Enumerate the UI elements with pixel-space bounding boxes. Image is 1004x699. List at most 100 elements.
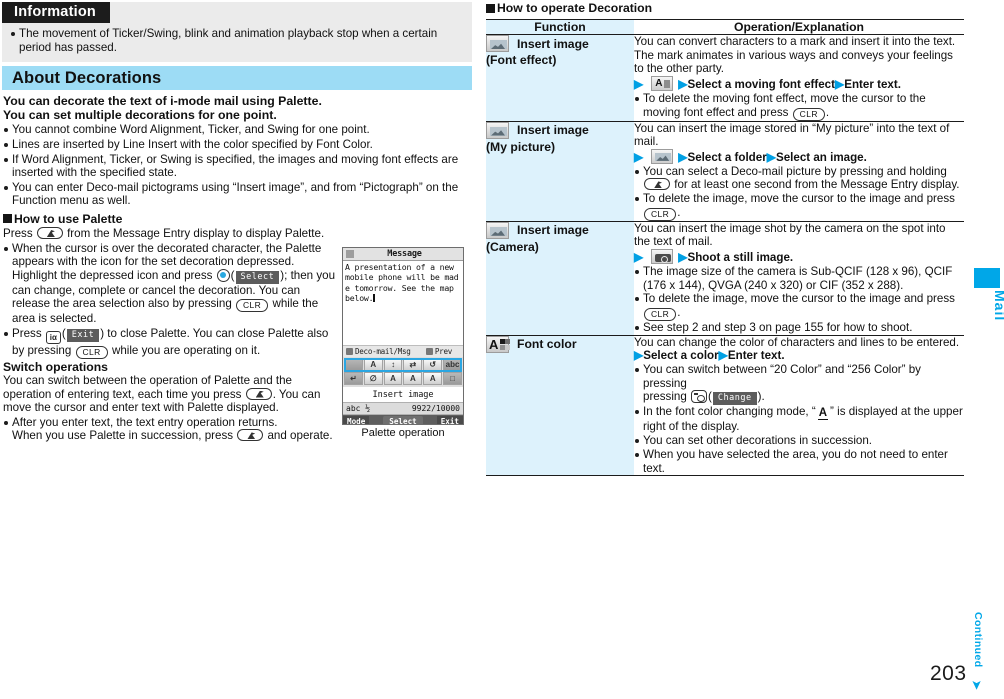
- function-title-2: Insert image: [486, 121, 634, 139]
- function-name-3: Insert image: [517, 223, 589, 238]
- palette-cell-10[interactable]: A: [403, 372, 423, 385]
- palette-cell-2[interactable]: A: [363, 358, 383, 371]
- function-cell-4: Font color: [486, 335, 634, 477]
- deco-mail-icon: [346, 348, 353, 355]
- function-name-2: Insert image: [517, 123, 589, 138]
- operation-bullet-2-1-text: You can select a Deco-mail picture by pr…: [643, 164, 947, 178]
- operation-intro-2: You can insert the image stored in “My p…: [634, 121, 950, 149]
- operation-bullet-3-2-text: To delete the image, move the cursor to …: [643, 292, 955, 306]
- phone-title-text: Message: [387, 249, 422, 259]
- palette-cell-7[interactable]: ↵: [344, 372, 363, 385]
- continued-label: Continued: [972, 612, 984, 668]
- operation-bullet-3-2: To delete the image, move the cursor to …: [634, 292, 964, 321]
- prev-item[interactable]: Prev: [425, 347, 452, 356]
- palette-grid-row-2: ↵ ∅ A A A □: [344, 372, 462, 385]
- operation-bullet-2-2: To delete the image, move the cursor to …: [634, 192, 964, 221]
- bullet3-part-a: After you enter text, the text entry ope…: [12, 415, 278, 429]
- section-bullet-2: Lines are inserted by Line Insert with t…: [3, 138, 471, 152]
- palette-cell-12[interactable]: □: [443, 372, 462, 385]
- character-count: 9922/10000: [411, 404, 460, 413]
- table-row: Insert image (Camera) You can insert the…: [486, 221, 964, 336]
- operate-decoration-heading: How to operate Decoration: [486, 1, 964, 15]
- left-column: Information The movement of Ticker/Swing…: [0, 0, 476, 699]
- phone-body-line-2: mobile phone will be mad: [345, 272, 459, 283]
- palette-cell-1[interactable]: [344, 358, 363, 371]
- switch-operations-text: You can switch between the operation of …: [3, 374, 337, 415]
- phone-deco-bar[interactable]: Deco-mail/Msg Prev: [343, 345, 463, 357]
- operation-intro-4: You can change the color of characters a…: [634, 335, 960, 349]
- continued-arrow-icon: ➤: [969, 679, 985, 691]
- palette-cell-5[interactable]: ↺: [423, 358, 443, 371]
- side-tab-mail-label: Mail: [992, 290, 1004, 322]
- step-arrow-icon-4: ▶: [634, 149, 644, 164]
- softkey-select[interactable]: Select: [383, 416, 423, 424]
- palette-cell-8[interactable]: ∅: [363, 372, 383, 385]
- step-text-2a: Select a folder: [687, 150, 767, 164]
- operate-decoration-heading-text: How to operate Decoration: [497, 1, 653, 15]
- information-body: The movement of Ticker/Swing, blink and …: [2, 23, 472, 54]
- step-arrow-icon-3: ▶: [835, 77, 845, 92]
- palette-cell-9[interactable]: A: [383, 372, 403, 385]
- operation-steps-2: ▶ ▶Select a folder▶Select an image.: [634, 148, 964, 165]
- step-text-4a: Select a color: [643, 349, 719, 363]
- palette-cell-11[interactable]: A: [423, 372, 443, 385]
- prev-label: Prev: [434, 347, 452, 356]
- call-key-icon: [36, 226, 63, 239]
- palette-screenshot: Message A presentation of a new mobile p…: [342, 247, 464, 425]
- how-to-use-bullet-1: When the cursor is over the decorated ch…: [3, 242, 337, 326]
- section-bullet-1: You cannot combine Word Alignment, Ticke…: [3, 123, 471, 137]
- operation-cell-1: You can convert characters to a mark and…: [634, 34, 964, 122]
- bullet2-part-c: while you are operating on it.: [108, 343, 261, 357]
- phone-body-line-4: below.: [345, 293, 374, 304]
- operation-cell-4: You can change the color of characters a…: [634, 335, 964, 477]
- phone-message-body: A presentation of a new mobile phone wil…: [343, 261, 463, 345]
- camera-icon: [651, 249, 674, 265]
- insert-image-icon: [486, 121, 509, 139]
- function-title-1: Insert image: [486, 35, 634, 52]
- how-to-use-heading: How to use Palette: [3, 212, 471, 226]
- operation-bullet-2-1: You can select a Deco-mail picture by pr…: [634, 165, 964, 192]
- step-text-3a: Shoot a still image.: [687, 251, 794, 265]
- softkey-exit[interactable]: Exit: [436, 416, 463, 424]
- insert-image-icon: [486, 221, 509, 239]
- font-effect-icon: [651, 76, 674, 92]
- softkey-mode[interactable]: Mode: [343, 416, 370, 424]
- palette-cell-3[interactable]: ↕: [383, 358, 403, 371]
- clr-key-icon-4: CLR: [644, 207, 677, 221]
- function-title-4: Font color: [486, 335, 634, 353]
- clr-key-icon-3: CLR: [792, 107, 825, 121]
- phone-softkey-row-1[interactable]: Mode Select Exit: [343, 415, 463, 424]
- step-text-2b: Select an image.: [775, 150, 867, 164]
- operation-bullet-4-1-text: You can switch between “20 Color” and “2…: [643, 363, 921, 390]
- col-header-operation: Operation/Explanation: [634, 19, 964, 35]
- bullet2-part-a: Press: [12, 326, 45, 340]
- intro-post-text: from the Message Entry display to displa…: [63, 226, 325, 240]
- right-column: How to operate Decoration Function Opera…: [486, 0, 964, 699]
- operation-bullet-4-3: You can set other decorations in success…: [634, 434, 964, 448]
- square-marker-icon-2: [486, 3, 495, 13]
- page-root: Information The movement of Ticker/Swing…: [0, 0, 1004, 699]
- deco-mail-msg-item[interactable]: Deco-mail/Msg: [343, 347, 411, 356]
- phone-body-line-1: A presentation of a new: [345, 262, 454, 272]
- operation-steps-4: ▶Select a color▶Enter text.: [634, 349, 964, 363]
- decoration-table: Function Operation/Explanation Insert im…: [486, 19, 964, 477]
- clr-key-icon-2: CLR: [75, 345, 108, 359]
- prev-icon: [425, 348, 433, 355]
- palette-icon-grid[interactable]: A ↕ ⇄ ↺ abc ↵ ∅ A A A □: [343, 357, 463, 387]
- font-color-indicator-icon: A: [817, 407, 829, 421]
- operation-steps-1: ▶▶Select a moving font effect▶Enter text…: [634, 76, 964, 92]
- exit-softkey-label: Exit: [66, 328, 100, 342]
- palette-cell-4[interactable]: ⇄: [403, 358, 423, 371]
- phone-titlebar: Message: [343, 248, 463, 261]
- color-swatch-3: [505, 338, 510, 344]
- operation-bullet-3-3: See step 2 and step 3 on page 155 for ho…: [634, 321, 964, 335]
- palette-grid-row-1: A ↕ ⇄ ↺ abc: [344, 358, 462, 371]
- page-number: 203: [930, 662, 967, 685]
- insert-image-icon: [486, 35, 509, 52]
- bullet3-part-b: When you use Palette in succession, pres…: [12, 429, 237, 443]
- side-tab-mail-marker[interactable]: [974, 268, 1000, 288]
- palette-selected-label: Insert image: [372, 390, 434, 400]
- function-cell-3: Insert image (Camera): [486, 221, 634, 336]
- palette-cell-6[interactable]: abc: [443, 358, 462, 371]
- information-title: Information: [2, 2, 110, 23]
